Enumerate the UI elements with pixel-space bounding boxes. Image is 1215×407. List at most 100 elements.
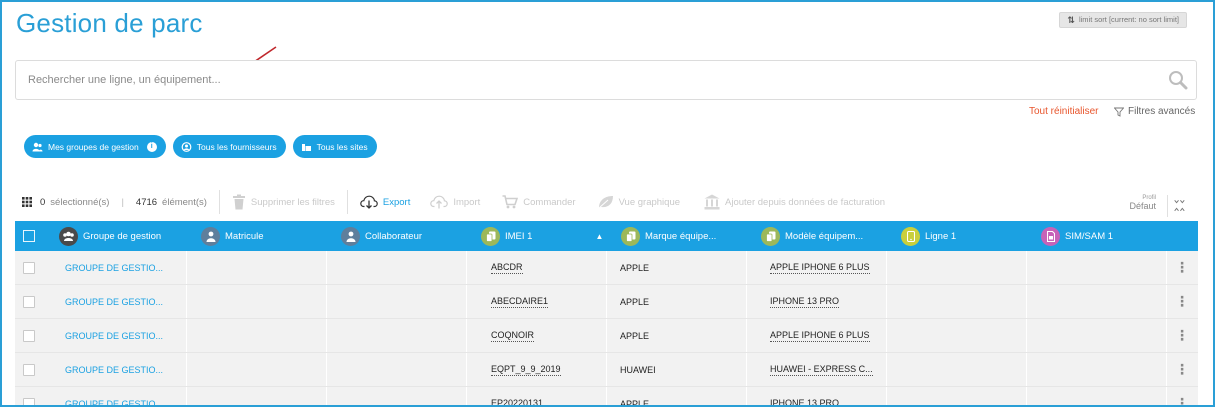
search-input[interactable] (16, 61, 1156, 99)
table-row[interactable]: GROUPE DE GESTIO... EQPT_9_9_2019 HUAWEI HU… (15, 353, 1198, 387)
export-label: Export (382, 196, 411, 208)
cell-brand: APPLE (620, 319, 649, 352)
advanced-filters-button[interactable]: Filtres avancés (1114, 106, 1195, 117)
cell-group[interactable]: GROUPE DE GESTIO... (65, 251, 163, 284)
cell-group-text[interactable]: GROUPE DE GESTIO... (65, 365, 163, 375)
cell-group[interactable]: GROUPE DE GESTIO... (65, 319, 163, 352)
device-icon (481, 226, 500, 246)
row-select-cell (23, 285, 35, 318)
column-divider (886, 285, 887, 318)
cell-brand-text: APPLE (620, 262, 650, 273)
column-divider (606, 353, 607, 386)
limit-sort-button[interactable]: ⇅ limit sort [current: no sort limit] (1059, 12, 1187, 28)
column-header-group[interactable]: Groupe de gestion (59, 221, 199, 251)
grid-menu-button[interactable] (22, 197, 32, 207)
column-header-matricule[interactable]: Matricule (201, 221, 337, 251)
chip-suppliers[interactable]: Tous les fournisseurs (172, 135, 286, 158)
person-icon (341, 226, 360, 246)
cell-imei: ABECDAIRE1 (491, 285, 549, 318)
row-checkbox[interactable] (23, 329, 35, 342)
row-checkbox[interactable] (23, 397, 35, 405)
select-all-checkbox[interactable] (23, 230, 35, 242)
column-divider (186, 285, 187, 318)
column-header-imei[interactable]: IMEI 1 ▲ (481, 221, 611, 251)
cell-group-text[interactable]: GROUPE DE GESTIO... (65, 263, 163, 273)
cell-imei-text: EP20220131 (491, 398, 543, 406)
row-select-cell (23, 353, 35, 386)
column-divider (1166, 319, 1167, 352)
column-divider (466, 251, 467, 284)
column-header-model[interactable]: Modèle équipem... (761, 221, 897, 251)
column-header-collaborateur[interactable]: Collaborateur (341, 221, 477, 251)
cell-imei-text: EQPT_9_9_2019 (491, 363, 561, 376)
column-divider (466, 353, 467, 386)
table-row[interactable]: GROUPE DE GESTIO... EP20220131 APPLE IPHONE… (15, 387, 1198, 406)
cell-imei: EP20220131 (491, 387, 543, 406)
grid-icon (22, 197, 32, 207)
cell-group-text[interactable]: GROUPE DE GESTIO... (65, 297, 163, 307)
cell-group-text[interactable]: GROUPE DE GESTIO... (65, 331, 163, 341)
row-checkbox[interactable] (23, 261, 35, 274)
bank-icon (704, 194, 720, 210)
profile-selector[interactable]: Profil Défaut (1114, 195, 1156, 211)
row-menu-icon[interactable]: ⋮ (1175, 387, 1189, 405)
column-divider (746, 251, 747, 284)
reset-all-link[interactable]: Tout réinitialiser (1029, 106, 1098, 117)
cell-group[interactable]: GROUPE DE GESTIO... (65, 285, 163, 318)
sort-icon: ⇅ (1067, 15, 1075, 25)
chip-label: Tous les fournisseurs (196, 141, 277, 152)
export-button[interactable]: Export (360, 195, 410, 209)
order-button[interactable]: Commander (502, 195, 576, 209)
row-menu-icon[interactable]: ⋮ (1175, 251, 1189, 284)
column-header-label: Collaborateur (365, 230, 423, 242)
row-menu-icon[interactable]: ⋮ (1175, 319, 1189, 352)
cell-imei-text: COQNOIR (491, 329, 535, 342)
row-menu-icon[interactable]: ⋮ (1175, 353, 1189, 386)
cell-group-text[interactable]: GROUPE DE GESTIO... (65, 399, 163, 406)
column-divider (326, 353, 327, 386)
cell-brand-text: APPLE (620, 296, 650, 307)
cell-model: APPLE IPHONE 6 PLUS (770, 319, 870, 352)
sim-icon (1041, 226, 1060, 246)
table-row[interactable]: GROUPE DE GESTIO... ABECDAIRE1 APPLE IPHONE… (15, 285, 1198, 319)
remove-filters-button[interactable]: Supprimer les filtres (232, 194, 335, 210)
column-header-line[interactable]: Ligne 1 (901, 221, 1037, 251)
cell-imei-text: ABCDR (491, 261, 523, 274)
cloud-upload-icon (430, 195, 449, 209)
column-header-brand[interactable]: Marque équipe... (621, 221, 757, 251)
selected-count-label: sélectionné(s) (50, 196, 110, 208)
add-from-billing-button[interactable]: Ajouter depuis données de facturation (704, 194, 885, 210)
cell-group[interactable]: GROUPE DE GESTIO... (65, 353, 163, 386)
import-button[interactable]: Import (430, 195, 480, 209)
column-divider (186, 387, 187, 405)
cell-brand-text: HUAWEI (620, 364, 656, 375)
column-header-sim[interactable]: SIM/SAM 1 (1041, 221, 1177, 251)
row-checkbox[interactable] (23, 295, 35, 308)
import-label: Import (453, 196, 481, 208)
toolbar-divider (218, 190, 220, 214)
graph-view-button[interactable]: Vue graphique (598, 195, 680, 209)
collapse-icon[interactable] (1167, 195, 1189, 217)
grid-toolbar: 0 sélectionné(s) | 4716 élément(s) Suppr… (22, 189, 885, 215)
column-divider (186, 319, 187, 352)
table-row[interactable]: GROUPE DE GESTIO... COQNOIR APPLE APPLE IPH… (15, 319, 1198, 353)
info-icon[interactable]: i (146, 141, 157, 152)
cell-group[interactable]: GROUPE DE GESTIO... (65, 387, 163, 406)
row-checkbox[interactable] (23, 363, 35, 376)
column-divider (466, 319, 467, 352)
chip-sites[interactable]: Tous les sites (292, 135, 377, 158)
column-divider (746, 353, 747, 386)
sort-asc-icon[interactable]: ▲ (595, 232, 603, 241)
table-row[interactable]: GROUPE DE GESTIO... ABCDR APPLE APPLE IPHON… (15, 251, 1198, 285)
row-menu-icon[interactable]: ⋮ (1175, 285, 1189, 318)
supplier-icon (181, 141, 192, 152)
search-icon[interactable] (1168, 70, 1188, 90)
column-divider (186, 353, 187, 386)
cell-brand: APPLE (620, 285, 649, 318)
cell-brand: APPLE (620, 251, 649, 284)
column-header-label: Groupe de gestion (83, 230, 162, 242)
cell-model-text: HUAWEI - EXPRESS C... (770, 363, 873, 376)
chip-management-groups[interactable]: Mes groupes de gestion i (24, 135, 166, 158)
cell-imei: ABCDR (491, 251, 523, 284)
selected-count: 0 sélectionné(s) (40, 197, 109, 208)
